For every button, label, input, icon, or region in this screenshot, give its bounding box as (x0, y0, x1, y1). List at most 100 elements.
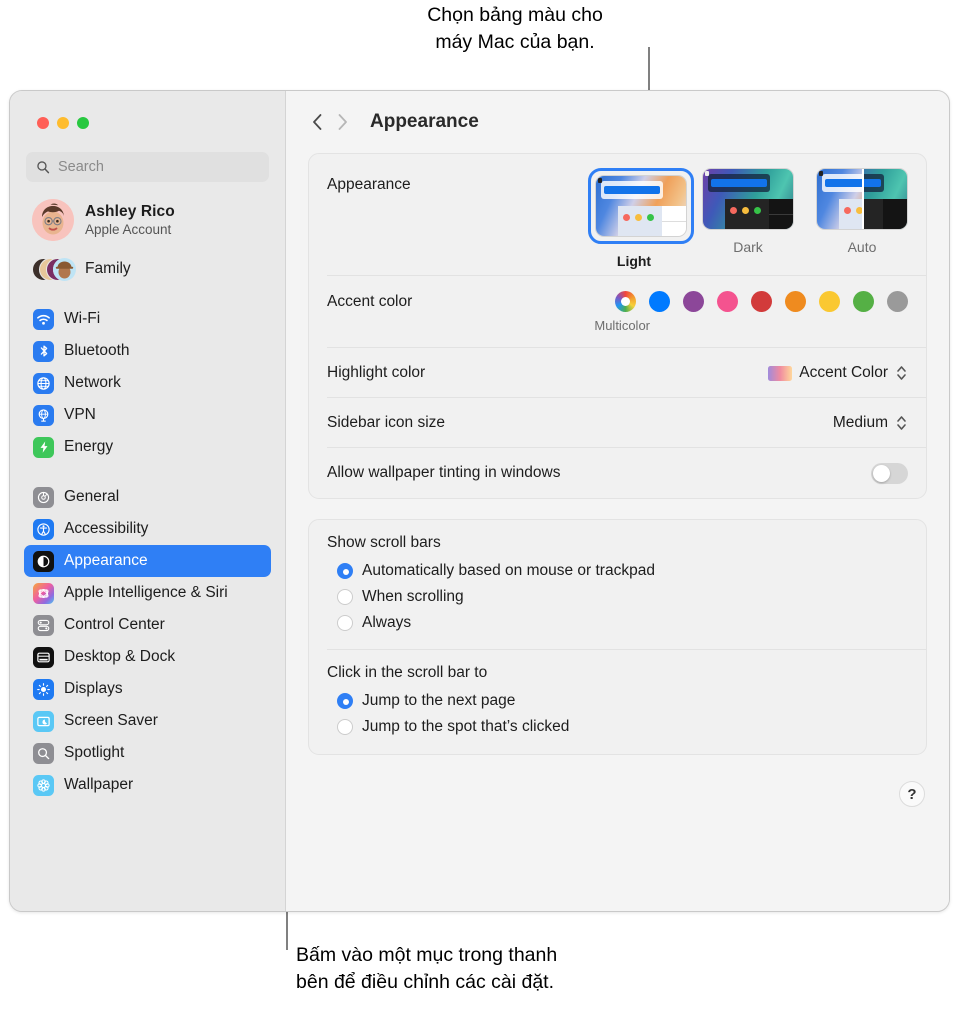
sidebar-item-displays[interactable]: Displays (24, 673, 271, 705)
accent-swatch-purple[interactable] (683, 291, 704, 312)
window-traffic-lights (20, 91, 275, 129)
minimize-button[interactable] (57, 117, 69, 129)
account-subtitle: Apple Account (85, 222, 172, 237)
auto-mode-thumbnail (816, 168, 908, 230)
radio-button[interactable] (337, 719, 353, 735)
wifi-icon (33, 308, 54, 330)
wallpaper-tinting-toggle[interactable] (871, 462, 908, 484)
accent-swatch-red[interactable] (751, 291, 772, 312)
accent-color-label: Accent color (327, 292, 413, 310)
appearance-icon (33, 550, 54, 572)
apple-account-row[interactable]: Ashley Rico Apple Account (26, 194, 269, 246)
sidebar-item-apple-intelligence-siri[interactable]: Apple Intelligence & Siri (24, 577, 271, 609)
sidebar: Search Ashley Rico Apple Account Family … (10, 91, 286, 911)
appearance-mode-auto[interactable]: Auto (816, 168, 908, 269)
accent-color-row: Accent color Multicolor (309, 276, 926, 348)
radio-button[interactable] (337, 563, 353, 579)
sidebar-item-spotlight[interactable]: Spotlight (24, 737, 271, 769)
highlight-color-stepper[interactable] (895, 363, 908, 383)
appearance-card: Appearance Light Dark Auto Accent color … (308, 153, 927, 499)
radio-button[interactable] (337, 589, 353, 605)
screen-saver-icon (33, 710, 54, 732)
sidebar-item-label: Spotlight (64, 744, 125, 761)
accent-swatch-pink[interactable] (717, 291, 738, 312)
sidebar-item-wallpaper[interactable]: Wallpaper (24, 769, 271, 801)
accent-swatch-yellow[interactable] (819, 291, 840, 312)
search-placeholder: Search (58, 159, 104, 175)
mode-label: Light (616, 253, 652, 269)
sidebar-icon-size-stepper[interactable] (895, 413, 908, 433)
radio-label: Automatically based on mouse or trackpad (362, 562, 655, 579)
sidebar-icon-size-row[interactable]: Sidebar icon size Medium (309, 398, 926, 448)
radio-button[interactable] (337, 615, 353, 631)
screenshot-root: Chọn bảng màu cho máy Mac của bạn. Bấm v… (0, 0, 958, 1013)
sidebar-item-vpn[interactable]: VPN (24, 399, 271, 431)
highlight-color-label: Highlight color (327, 364, 426, 381)
sidebar-item-desktop-dock[interactable]: Desktop & Dock (24, 641, 271, 673)
radio-option-jump-next-page[interactable]: Jump to the next page (327, 688, 908, 714)
sidebar-icon-size-label: Sidebar icon size (327, 414, 446, 431)
bolt-icon (33, 436, 54, 458)
sidebar-item-control-center[interactable]: Control Center (24, 609, 271, 641)
sidebar-item-bluetooth[interactable]: Bluetooth (24, 335, 271, 367)
appearance-mode-options: Light Dark Auto (588, 168, 908, 269)
close-button[interactable] (37, 117, 49, 129)
radio-option-when-scrolling[interactable]: When scrolling (327, 584, 908, 610)
system-settings-window: Search Ashley Rico Apple Account Family … (9, 90, 950, 912)
sidebar-item-general[interactable]: General (24, 481, 271, 513)
accent-swatch-orange[interactable] (785, 291, 806, 312)
radio-option-jump-to-spot[interactable]: Jump to the spot that’s clicked (327, 714, 908, 740)
sidebar-item-energy[interactable]: Energy (24, 431, 271, 463)
radio-label: Jump to the spot that’s clicked (362, 718, 570, 735)
sidebar-item-screen-saver[interactable]: Screen Saver (24, 705, 271, 737)
accent-swatch-green[interactable] (853, 291, 874, 312)
scroll-bars-card: Show scroll bars Automatically based on … (308, 519, 927, 755)
wallpaper-tinting-row: Allow wallpaper tinting in windows (309, 448, 926, 498)
accent-swatch-graphite[interactable] (887, 291, 908, 312)
radio-option-automatic[interactable]: Automatically based on mouse or trackpad (327, 558, 908, 584)
appearance-mode-dark[interactable]: Dark (702, 168, 794, 269)
dark-mode-thumbnail (702, 168, 794, 230)
sidebar-item-label: Appearance (64, 552, 148, 569)
control-center-icon (33, 614, 54, 636)
avatar (32, 199, 74, 241)
gear-icon (33, 486, 54, 508)
sidebar-icon-size-value: Medium (832, 414, 888, 431)
family-avatars-icon (32, 254, 76, 284)
accent-color-caption: Multicolor (594, 318, 650, 333)
radio-option-always[interactable]: Always (327, 610, 908, 636)
show-scroll-bars-label: Show scroll bars (327, 534, 441, 551)
zoom-button[interactable] (77, 117, 89, 129)
mode-label: Auto (847, 239, 877, 255)
radio-label: Always (362, 614, 412, 631)
forward-chevron-icon[interactable] (337, 113, 348, 131)
sidebar-item-network[interactable]: Network (24, 367, 271, 399)
sidebar-item-label: Apple Intelligence & Siri (64, 584, 228, 601)
accent-swatch-blue[interactable] (649, 291, 670, 312)
family-row[interactable]: Family (26, 249, 269, 289)
sidebar-item-label: General (64, 488, 120, 505)
radio-button[interactable] (337, 693, 353, 709)
highlight-color-row[interactable]: Highlight color Accent Color (309, 348, 926, 398)
spotlight-search-icon (33, 742, 54, 764)
highlight-color-swatch (768, 365, 793, 381)
search-input[interactable]: Search (26, 152, 269, 182)
toolbar: Appearance (308, 91, 927, 153)
help-button[interactable]: ? (899, 781, 925, 807)
search-icon (37, 161, 50, 174)
accent-swatch-multicolor[interactable] (615, 291, 636, 312)
sidebar-item-appearance[interactable]: Appearance (24, 545, 271, 577)
click-scroll-bar-group: Click in the scroll bar to Jump to the n… (309, 650, 926, 754)
globe-icon (33, 372, 54, 394)
wallpaper-icon (33, 774, 54, 796)
appearance-mode-light[interactable]: Light (588, 168, 694, 269)
bluetooth-icon (33, 340, 54, 362)
page-title: Appearance (370, 111, 479, 132)
sidebar-group-system: General Accessibility Appearance Apple I… (20, 481, 275, 801)
back-chevron-icon[interactable] (312, 113, 323, 131)
sidebar-item-wi-fi[interactable]: Wi-Fi (24, 303, 271, 335)
sidebar-item-accessibility[interactable]: Accessibility (24, 513, 271, 545)
main-pane: Appearance Appearance Light Dark Auto Ac… (286, 91, 949, 911)
family-label: Family (85, 260, 131, 277)
sidebar-item-label: Screen Saver (64, 712, 158, 729)
